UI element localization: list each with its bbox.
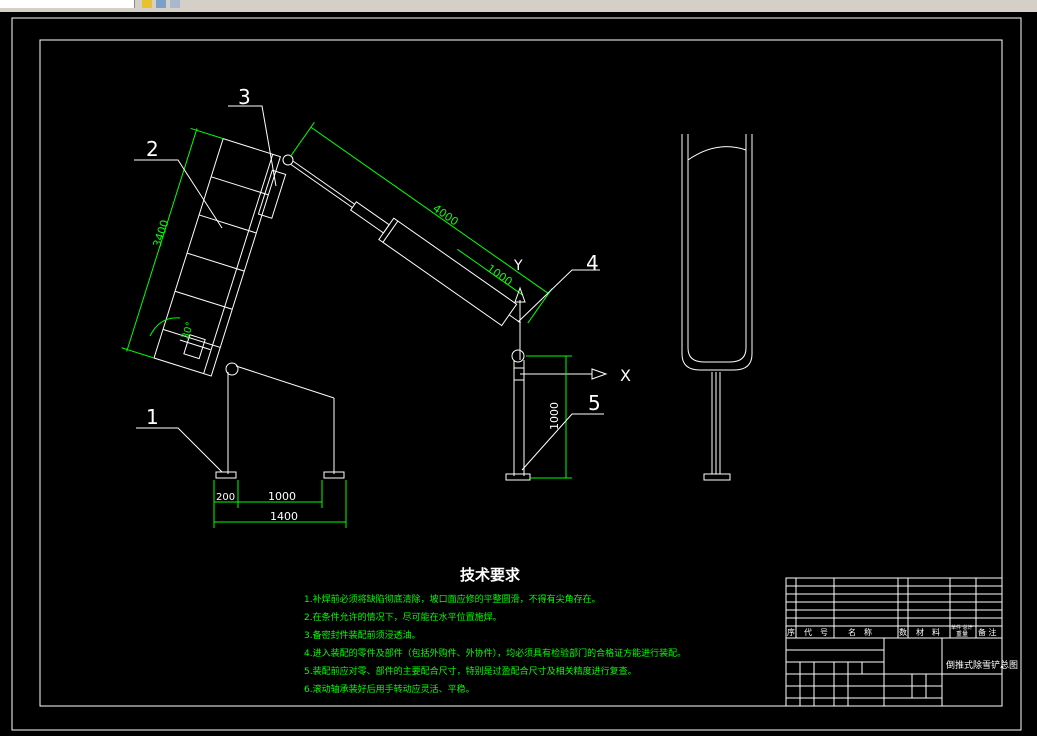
barrel-cap — [382, 220, 399, 243]
bom-header-name: 名 称 — [848, 627, 872, 637]
leader-4 — [517, 269, 600, 323]
base-foot-left — [215, 471, 237, 479]
outer-frame — [11, 17, 1022, 731]
blade-edge-line — [203, 154, 274, 374]
part-label-3: 3 — [238, 85, 251, 109]
dim-30-text: 30° — [180, 321, 196, 341]
tech-item-2: 2.在条件允许的情况下，尽可能在水平位置施焊。 — [304, 611, 502, 623]
vertical-scrollbar[interactable] — [1023, 12, 1037, 736]
tech-item-4: 4.进入装配的零件及部件（包括外购件、外协件），均必须具有检验部门的合格证方能进… — [304, 647, 686, 659]
bracket-body — [257, 169, 287, 219]
dim-ext-line — [289, 122, 315, 158]
leader-1 — [136, 427, 223, 473]
blade-rib — [210, 176, 269, 196]
rod-guide — [349, 201, 390, 234]
dim-ext-line — [121, 347, 155, 359]
bracket-part-3 — [257, 169, 287, 219]
side-view-outer — [681, 134, 753, 371]
side-post-foot — [703, 473, 731, 481]
bom-header-seq: 序 — [787, 627, 795, 637]
blade-rib — [198, 214, 257, 234]
tech-item-3: 3.备密封件装配前须浸透油。 — [304, 629, 421, 641]
blade-assembly — [121, 127, 282, 377]
dim-3400-text: 3400 — [150, 218, 171, 249]
tech-item-1: 1.补焊前必须将缺陷彻底清除，坡口面应修的平整圆滑，不得有尖角存在。 — [304, 593, 601, 605]
leader-3 — [228, 105, 277, 187]
drawing-title: 倒推式除雪铲总图 — [946, 659, 1018, 671]
dim-line-4000 — [310, 126, 549, 294]
part-label-4: 4 — [586, 251, 599, 275]
inner-frame — [39, 39, 1003, 707]
part-label-2: 2 — [146, 137, 159, 161]
bom-header-mass: 重量 — [956, 630, 968, 638]
part-label-1: 1 — [146, 405, 159, 429]
dim-1000-base-text: 1000 — [268, 490, 296, 503]
side-view-inner — [687, 134, 747, 363]
x-axis-arrow — [591, 368, 608, 380]
cylinder-top-pin — [282, 154, 294, 166]
part-label-5: 5 — [588, 391, 601, 415]
toolbar-icon[interactable] — [142, 0, 152, 8]
tech-item-6: 6.滚动轴承装好后用手转动应灵活、平稳。 — [304, 683, 475, 695]
blade-rib — [174, 290, 233, 310]
y-axis-label: Y — [513, 258, 523, 274]
title-block-frame — [785, 577, 1003, 707]
dim-4000-text: 4000 — [430, 202, 460, 229]
dim-ext-line — [527, 288, 553, 324]
dim-1400-text: 1400 — [270, 510, 298, 523]
dim-1000-post-text: 1000 — [548, 402, 561, 430]
toolbar-icon[interactable] — [170, 0, 180, 8]
bom-header-qty: 数 — [899, 627, 907, 637]
blade-rib — [186, 252, 245, 272]
piston-rod — [292, 160, 355, 205]
command-field[interactable] — [0, 0, 135, 8]
bom-header-weight: 单件 总计 — [951, 624, 973, 631]
base-brace — [235, 365, 335, 399]
hinge-axis — [179, 339, 211, 351]
side-view-curve — [687, 146, 747, 161]
tech-item-5: 5.装配前应对零、部件的主要配合尺寸，特别是过盈配合尺寸及相关精度进行复查。 — [304, 665, 637, 677]
leader-5 — [521, 413, 604, 471]
bom-header-note: 备 注 — [978, 627, 997, 637]
toolbar-strip — [0, 0, 1037, 12]
tech-requirements-title: 技术要求 — [460, 566, 521, 584]
post-foot — [505, 473, 531, 481]
toolbar-icon[interactable] — [156, 0, 166, 8]
cad-canvas[interactable]: 3400 30° 4000 1000 Y X 1000 200 1000 140… — [0, 12, 1023, 736]
bom-header-material: 材 料 — [916, 627, 940, 637]
post-top-pin — [511, 349, 525, 363]
dim-200-text: 200 — [216, 492, 235, 503]
piston-rod — [290, 164, 353, 208]
x-axis-label: X — [620, 366, 631, 385]
blade-body — [153, 138, 282, 377]
title-block: 序 代 号 名 称 数 材 料 单件 总计 重量 备 注 倒推式除雪铲总图 — [785, 577, 1018, 707]
hydraulic-cylinder — [282, 122, 553, 327]
bom-header-code: 代 号 — [804, 627, 828, 637]
